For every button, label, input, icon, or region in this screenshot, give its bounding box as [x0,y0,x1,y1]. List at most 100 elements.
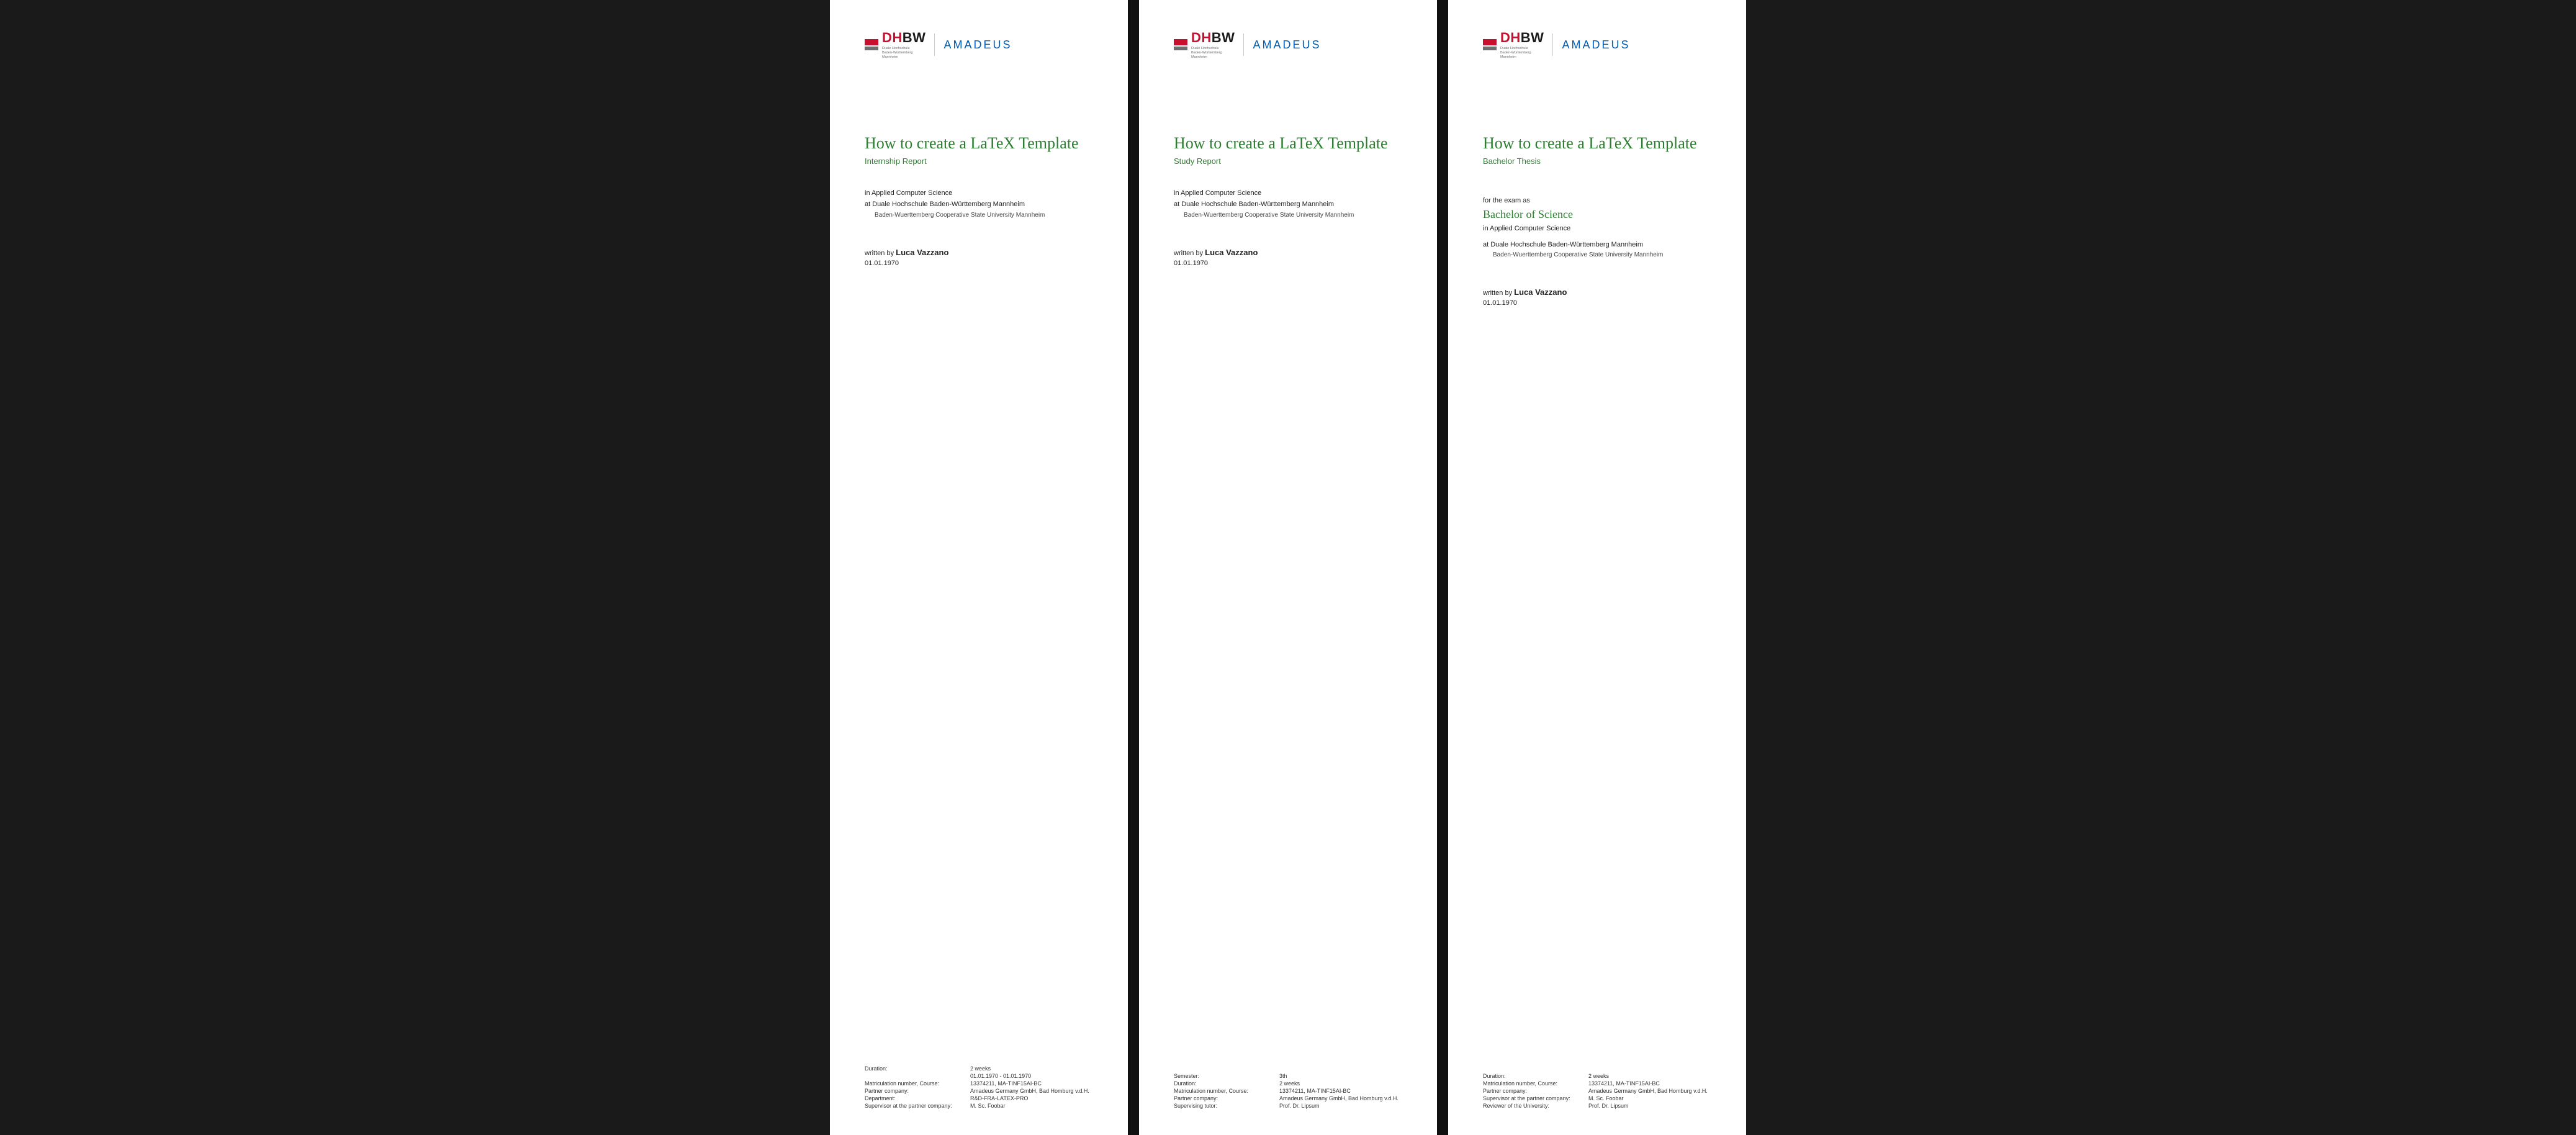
details-row-3-1: Matriculation number, Course: 13374211, … [1483,1080,1711,1087]
details-value-1-3: Amadeus Germany GmbH, Bad Homburg v.d.H. [970,1088,1093,1094]
details-row-1-5: Supervisor at the partner company: M. Sc… [865,1103,1093,1109]
intro-line1-1: in Applied Computer Science [865,188,1093,199]
logo-area-1: DHBW Duale Hochschule Baden-Württemberg … [865,30,1093,60]
intro-line3-2: Baden-Wuerttemberg Cooperative State Uni… [1174,210,1402,220]
details-table-3: Duration: 2 weeks Matriculation number, … [1483,1060,1711,1110]
written-by-section-2: written by Luca Vazzano [1174,248,1402,257]
details-label-1-2: Matriculation number, Course: [865,1080,970,1087]
dhbw-logo-1: DHBW Duale Hochschule Baden-Württemberg … [865,30,925,60]
dhbw-subtext-1: Duale Hochschule Baden-Württemberg Mannh… [882,47,913,60]
intro-section-1: in Applied Computer Science at Duale Hoc… [865,188,1093,220]
details-label-1-4: Department: [865,1095,970,1101]
doc-type-2: Study Report [1174,156,1402,166]
intro-line3-3: Baden-Wuerttemberg Cooperative State Uni… [1483,250,1711,260]
doc-type-1: Internship Report [865,156,1093,166]
dhbw-text-3: DHBW [1500,30,1544,46]
details-value-2-1: 2 weeks [1279,1080,1402,1087]
author-name-3: Luca Vazzano [1514,287,1567,297]
dhbw-icon-3 [1483,39,1497,50]
logo-divider-2 [1243,34,1244,56]
amadeus-logo-1: aMaDeus [943,38,1012,52]
dhbw-red-block-2 [1174,39,1187,45]
details-label-2-3: Partner company: [1174,1095,1279,1101]
details-value-2-0: 3th [1279,1073,1402,1079]
details-row-3-2: Partner company: Amadeus Germany GmbH, B… [1483,1088,1711,1094]
dhbw-gray-block-1 [865,47,878,50]
details-row-2-3: Partner company: Amadeus Germany GmbH, B… [1174,1095,1402,1101]
details-value-3-0: 2 weeks [1588,1073,1711,1079]
details-value-3-2: Amadeus Germany GmbH, Bad Homburg v.d.H. [1588,1088,1711,1094]
date-2: 01.01.1970 [1174,260,1402,267]
details-value-1-0: 2 weeks [970,1065,1093,1072]
written-by-label-2: written by Luca Vazzano [1174,248,1402,257]
written-by-label-1: written by Luca Vazzano [865,248,1093,257]
dhbw-red-block-3 [1483,39,1497,45]
intro-line1-2: in Applied Computer Science [1174,188,1402,199]
dhbw-bw-1: BW [903,30,926,45]
details-value-2-2: 13374211, MA-TINF15AI-BC [1279,1088,1402,1094]
bachelor-science-3: Bachelor of Science [1483,208,1711,221]
dhbw-bw-3: BW [1521,30,1544,45]
details-value-1-4: R&D-FRA-LATEX-PRO [970,1095,1093,1101]
details-value-1-1: 01.01.1970 - 01.01.1970 [970,1073,1093,1079]
separator-2 [1437,0,1448,1135]
dhbw-gray-block-3 [1483,47,1497,50]
details-label-3-4: Reviewer of the University: [1483,1103,1588,1109]
logo-area-2: DHBW Duale Hochschule Baden-Württemberg … [1174,30,1402,60]
separator-1 [1128,0,1139,1135]
intro-line2-3: at Duale Hochschule Baden-Württemberg Ma… [1483,240,1711,251]
for-exam-3: for the exam as [1483,196,1711,207]
written-by-label-3: written by Luca Vazzano [1483,287,1711,297]
details-value-3-4: Prof. Dr. Lipsum [1588,1103,1711,1109]
written-by-section-1: written by Luca Vazzano [865,248,1093,257]
details-value-3-3: M. Sc. Foobar [1588,1095,1711,1101]
details-value-3-1: 13374211, MA-TINF15AI-BC [1588,1080,1711,1087]
dhbw-red-block-1 [865,39,878,45]
details-label-2-0: Semester: [1174,1073,1279,1079]
details-label-1-5: Supervisor at the partner company: [865,1103,970,1109]
logo-area-3: DHBW Duale Hochschule Baden-Württemberg … [1483,30,1711,60]
page-bachelor: DHBW Duale Hochschule Baden-Württemberg … [1448,0,1746,1135]
details-label-1-0: Duration: [865,1065,970,1072]
dhbw-subtext-3: Duale Hochschule Baden-Württemberg Mannh… [1500,47,1531,60]
dhbw-logo-2: DHBW Duale Hochschule Baden-Württemberg … [1174,30,1235,60]
dhbw-bw-2: BW [1212,30,1235,45]
details-label-2-1: Duration: [1174,1080,1279,1087]
dhbw-icon-2 [1174,39,1187,50]
details-row-3-4: Reviewer of the University: Prof. Dr. Li… [1483,1103,1711,1109]
date-1: 01.01.1970 [865,260,1093,267]
dhbw-logo-3: DHBW Duale Hochschule Baden-Württemberg … [1483,30,1544,60]
author-name-2: Luca Vazzano [1205,248,1258,257]
details-value-1-5: M. Sc. Foobar [970,1103,1093,1109]
main-title-2: How to create a LaTeX Template [1174,134,1402,153]
dhbw-icon-1 [865,39,878,50]
details-value-2-4: Prof. Dr. Lipsum [1279,1103,1402,1109]
amadeus-logo-3: aMaDeus [1562,38,1630,52]
page-study: DHBW Duale Hochschule Baden-Württemberg … [1139,0,1437,1135]
intro-line2-2: at Duale Hochschule Baden-Württemberg Ma… [1174,199,1402,210]
dhbw-subtext-2: Duale Hochschule Baden-Württemberg Mannh… [1191,47,1222,60]
details-row-1-2: Matriculation number, Course: 13374211, … [865,1080,1093,1087]
details-table-1: Duration: 2 weeks 01.01.1970 - 01.01.197… [865,1053,1093,1110]
details-label-1-3: Partner company: [865,1088,970,1094]
author-name-1: Luca Vazzano [896,248,948,257]
dhbw-text-1: DHBW [882,30,925,46]
details-row-1-3: Partner company: Amadeus Germany GmbH, B… [865,1088,1093,1094]
doc-type-3: Bachelor Thesis [1483,156,1711,166]
details-row-2-0: Semester: 3th [1174,1073,1402,1079]
details-row-1-1: 01.01.1970 - 01.01.1970 [865,1073,1093,1079]
dhbw-dh-1: DH [882,30,903,45]
details-table-2: Semester: 3th Duration: 2 weeks Matricul… [1174,1060,1402,1110]
details-label-3-1: Matriculation number, Course: [1483,1080,1588,1087]
details-label-3-2: Partner company: [1483,1088,1588,1094]
intro-section-3: for the exam as Bachelor of Science in A… [1483,196,1711,260]
main-title-1: How to create a LaTeX Template [865,134,1093,153]
details-row-2-2: Matriculation number, Course: 13374211, … [1174,1088,1402,1094]
details-row-2-1: Duration: 2 weeks [1174,1080,1402,1087]
page-internship: DHBW Duale Hochschule Baden-Württemberg … [830,0,1128,1135]
details-row-1-4: Department: R&D-FRA-LATEX-PRO [865,1095,1093,1101]
details-value-2-3: Amadeus Germany GmbH, Bad Homburg v.d.H. [1279,1095,1402,1101]
dhbw-text-2: DHBW [1191,30,1235,46]
logo-divider-1 [934,34,935,56]
details-row-1-0: Duration: 2 weeks [865,1065,1093,1072]
